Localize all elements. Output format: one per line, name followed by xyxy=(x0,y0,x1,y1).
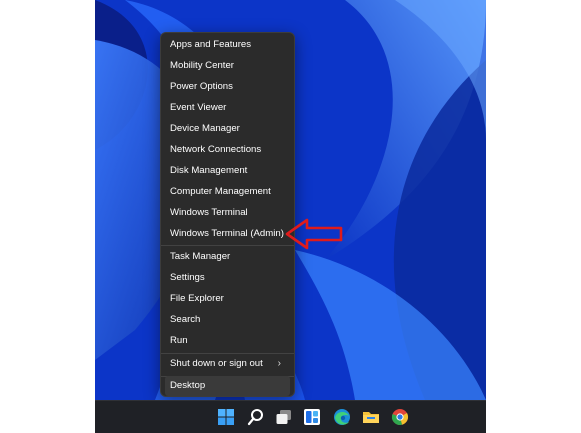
menu-item-label: Shut down or sign out xyxy=(170,358,263,369)
chevron-right-icon: › xyxy=(277,358,281,369)
menu-item-disk-management[interactable]: Disk Management xyxy=(165,161,290,181)
menu-item-mobility-center[interactable]: Mobility Center xyxy=(165,56,290,76)
menu-item-power-options[interactable]: Power Options xyxy=(165,77,290,97)
menu-item-task-manager[interactable]: Task Manager xyxy=(165,247,290,267)
chrome-browser-icon[interactable] xyxy=(390,407,410,427)
menu-item-settings[interactable]: Settings xyxy=(165,268,290,288)
menu-item-shut-down-or-sign-out[interactable]: Shut down or sign out › xyxy=(165,354,290,374)
menu-item-file-explorer[interactable]: File Explorer xyxy=(165,289,290,309)
red-arrow-annotation-icon xyxy=(285,218,343,250)
task-view-icon[interactable] xyxy=(274,407,294,427)
menu-item-search[interactable]: Search xyxy=(165,310,290,330)
menu-item-windows-terminal[interactable]: Windows Terminal xyxy=(165,203,290,223)
menu-item-event-viewer[interactable]: Event Viewer xyxy=(165,98,290,118)
file-explorer-icon[interactable] xyxy=(361,407,381,427)
menu-item-computer-management[interactable]: Computer Management xyxy=(165,182,290,202)
windows-start-icon[interactable] xyxy=(216,407,236,427)
winx-context-menu: Apps and Features Mobility Center Power … xyxy=(160,32,295,397)
widgets-icon[interactable] xyxy=(302,407,322,427)
menu-separator xyxy=(161,245,294,246)
menu-item-run[interactable]: Run xyxy=(165,331,290,351)
search-icon[interactable] xyxy=(246,407,266,427)
menu-item-apps-and-features[interactable]: Apps and Features xyxy=(165,35,290,55)
taskbar xyxy=(95,400,486,433)
menu-item-network-connections[interactable]: Network Connections xyxy=(165,140,290,160)
menu-item-device-manager[interactable]: Device Manager xyxy=(165,119,290,139)
menu-item-windows-terminal-admin[interactable]: Windows Terminal (Admin) xyxy=(165,224,290,244)
edge-browser-icon[interactable] xyxy=(332,407,352,427)
menu-item-desktop[interactable]: Desktop xyxy=(165,376,290,396)
